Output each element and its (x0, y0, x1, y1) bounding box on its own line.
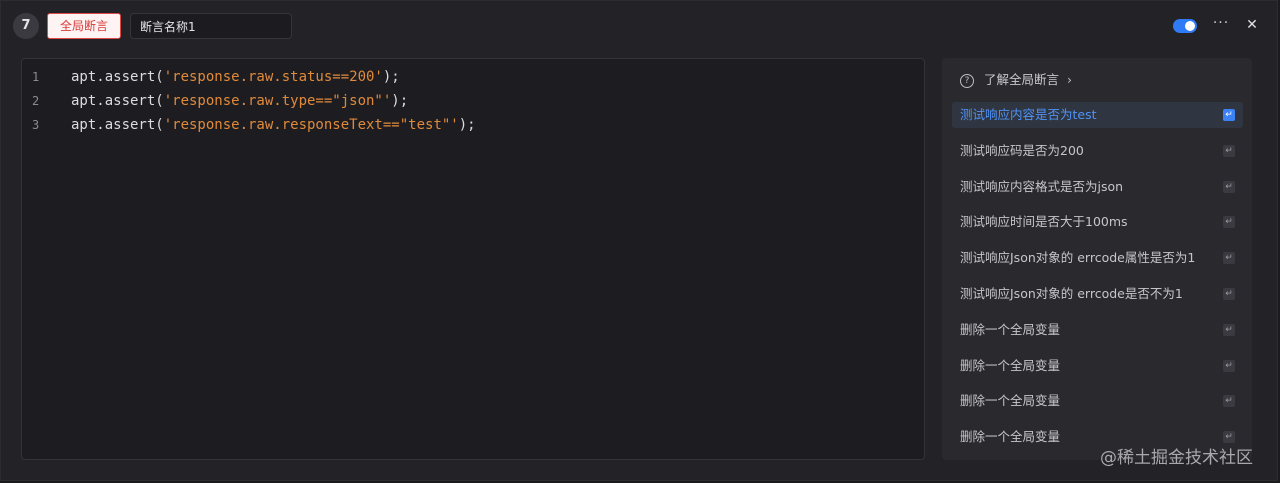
enter-icon[interactable]: ↵ (1223, 109, 1235, 121)
line-number: 3 (32, 118, 40, 132)
chevron-right-icon: › (1067, 72, 1073, 87)
snippet-item[interactable]: 删除一个全局变量 ↵ (952, 388, 1243, 414)
assertion-card: 7 全局断言 ··· ✕ 1 apt.assert('response.raw.… (0, 0, 1278, 481)
snippet-item[interactable]: 测试响应码是否为200 ↵ (952, 138, 1243, 164)
close-icon[interactable]: ✕ (1243, 16, 1261, 34)
enter-icon[interactable]: ↵ (1223, 431, 1235, 444)
global-assertion-tag[interactable]: 全局断言 (47, 13, 121, 39)
code-text: apt.assert('response.raw.responseText=="… (71, 117, 476, 133)
enter-icon[interactable]: ↵ (1223, 395, 1235, 408)
code-text: apt.assert('response.raw.status==200'); (71, 69, 400, 85)
snippet-label: 测试响应内容是否为test (960, 107, 1097, 122)
assertion-name-input[interactable] (130, 13, 292, 39)
watermark: @稀土掘金技术社区 (1100, 448, 1253, 468)
panel-title: 了解全局断言 (984, 72, 1060, 87)
snippet-item[interactable]: 测试响应内容是否为test ↵ (952, 102, 1243, 128)
enter-icon[interactable]: ↵ (1223, 288, 1235, 300)
line-number: 2 (32, 94, 40, 108)
enter-icon[interactable]: ↵ (1223, 144, 1235, 157)
snippet-label: 测试响应Json对象的 errcode是否不为1 (960, 286, 1183, 301)
enter-icon[interactable]: ↵ (1223, 323, 1235, 336)
snippet-item[interactable]: 删除一个全局变量 ↵ (952, 317, 1243, 343)
snippet-label: 测试响应时间是否大于100ms (960, 214, 1128, 230)
snippet-panel: ? 了解全局断言 › 测试响应内容是否为test ↵ 测试响应码是否为200 ↵ 测试响应内… (942, 58, 1252, 460)
snippet-item[interactable]: 测试响应Json对象的 errcode属性是否为1 ↵ (952, 245, 1243, 271)
enter-icon[interactable]: ↵ (1223, 180, 1235, 193)
step-number-badge: 7 (13, 13, 39, 39)
help-icon: ? (960, 73, 974, 88)
snippet-label: 测试响应码是否为200 (960, 142, 1084, 158)
code-line: 2 apt.assert('response.raw.type=="json"'… (22, 89, 924, 113)
code-editor[interactable]: 1 apt.assert('response.raw.status==200')… (21, 58, 925, 460)
snippet-label: 删除一个全局变量 (960, 393, 1061, 409)
snippet-item[interactable]: 测试响应时间是否大于100ms ↵ (952, 209, 1243, 235)
more-options-icon[interactable]: ··· (1209, 15, 1233, 35)
snippet-item[interactable]: 删除一个全局变量 ↵ (952, 353, 1243, 379)
enter-icon[interactable]: ↵ (1223, 216, 1235, 229)
snippet-label: 删除一个全局变量 (960, 357, 1061, 373)
learn-global-assertion-link[interactable]: ? 了解全局断言 › (960, 70, 1072, 90)
snippet-label: 删除一个全局变量 (960, 321, 1061, 337)
code-line: 3 apt.assert('response.raw.responseText=… (22, 113, 924, 137)
snippet-label: 测试响应Json对象的 errcode属性是否为1 (960, 250, 1196, 266)
code-text: apt.assert('response.raw.type=="json"'); (71, 93, 409, 109)
line-number: 1 (32, 70, 40, 84)
enter-icon[interactable]: ↵ (1223, 252, 1235, 265)
snippet-item[interactable]: 测试响应内容格式是否为json ↵ (952, 174, 1243, 200)
code-line: 1 apt.assert('response.raw.status==200')… (22, 65, 924, 89)
snippet-label: 测试响应内容格式是否为json (960, 178, 1124, 194)
enable-toggle[interactable] (1173, 19, 1197, 33)
toggle-knob (1185, 21, 1195, 31)
enter-icon[interactable]: ↵ (1223, 359, 1235, 372)
snippet-item[interactable]: 测试响应Json对象的 errcode是否不为1 ↵ (952, 281, 1243, 307)
snippet-label: 删除一个全局变量 (960, 429, 1061, 445)
